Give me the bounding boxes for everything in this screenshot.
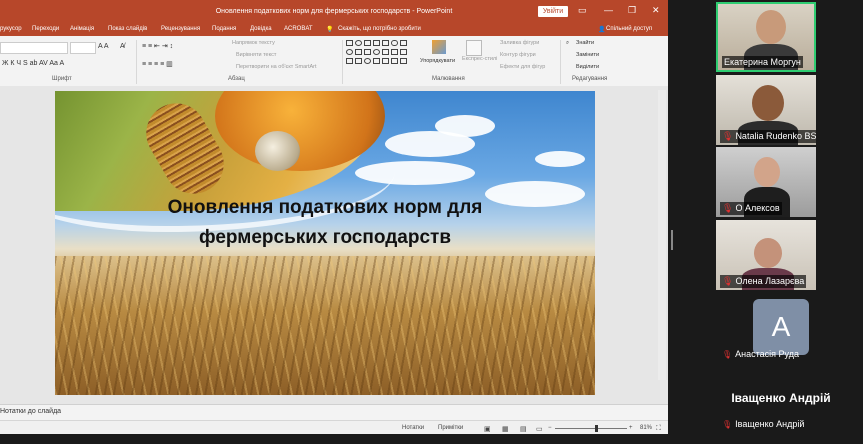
mic-muted-icon: 🎙 [722, 350, 733, 359]
font-group-label: Шрифт [52, 76, 72, 82]
tab-animations[interactable]: Анімація [70, 26, 94, 32]
avatar: A [753, 299, 809, 355]
quick-styles-button[interactable]: Експрес-стилі [462, 56, 497, 62]
comments-button[interactable]: Примітки [438, 425, 463, 431]
tab-help[interactable]: Довідка [250, 26, 272, 32]
zoom-slider[interactable] [555, 428, 627, 429]
tab-view[interactable]: Подання [212, 26, 236, 32]
participant-name: 🎙 Анастасія Руда [722, 349, 799, 359]
participant-tile[interactable]: 🎙 Олена Лазарєва [716, 220, 816, 290]
close-button[interactable]: ✕ [652, 5, 660, 16]
text-direction-button[interactable]: Напрямок тексту [232, 40, 275, 46]
replace-button[interactable]: Замінити [576, 52, 599, 58]
separator [136, 40, 137, 84]
editing-group-label: Редагування [572, 76, 608, 82]
paragraph-group-label: Абзац [228, 76, 245, 82]
cloud [535, 151, 585, 167]
ribbon-tabs: рукусор Переходи Анімація Показ слайдів … [0, 24, 668, 36]
zoom-in-icon[interactable]: + [629, 425, 633, 431]
reading-view-icon[interactable]: ▤ [520, 425, 527, 433]
tab-slideshow[interactable]: Показ слайдів [108, 26, 147, 32]
font-name-dropdown[interactable] [0, 42, 68, 54]
mic-muted-icon: 🎙 [722, 276, 734, 286]
tell-me-search[interactable]: Скажіть, що потрібно зробити [338, 26, 421, 32]
share-button[interactable]: Спільний доступ [606, 26, 652, 32]
participant-name: 🎙 Олена Лазарєва [720, 275, 807, 288]
wheat-field-image [55, 256, 595, 395]
slideshow-icon[interactable]: ▭ [536, 425, 543, 433]
search-icon: ⌕ [566, 40, 570, 46]
sign-in-button[interactable]: Увійти [538, 6, 568, 17]
cloud [435, 115, 495, 137]
drawing-group-label: Малювання [432, 76, 465, 82]
participant-name: 🎙 O Алексов [720, 202, 782, 215]
font-size-dropdown[interactable] [70, 42, 96, 54]
notes-placeholder: Нотатки до слайда [0, 408, 62, 415]
participant-video [752, 85, 784, 121]
zoom-out-icon[interactable]: − [548, 425, 552, 431]
vertical-scrollbar[interactable] [658, 90, 666, 380]
list-buttons-icon[interactable]: ≡ ≡ ⇤ ⇥ ↕ [142, 42, 173, 50]
participant-video [754, 238, 782, 268]
zoom-slider-thumb[interactable] [595, 425, 598, 432]
status-bar: Нотатки Примітки ▣ ▦ ▤ ▭ − + 81% ⛶ [0, 420, 668, 434]
participant-tile[interactable]: Екатерина Моргун [716, 2, 816, 72]
separator [560, 40, 561, 84]
zoom-level[interactable]: 81% [640, 425, 652, 431]
quick-styles-icon[interactable] [466, 40, 482, 56]
notes-toggle-button[interactable]: Нотатки [402, 425, 424, 431]
slide-sorter-icon[interactable]: ▦ [502, 425, 509, 433]
participant-video [754, 157, 780, 187]
participant-name: 🎙Natalia Rudenko BSNU [720, 130, 816, 143]
font-grow-icon[interactable]: A A [98, 43, 109, 50]
panel-resize-handle[interactable] [671, 230, 673, 250]
shapes-gallery[interactable] [346, 40, 414, 72]
shape-fill-button[interactable]: Заливка фігури [500, 40, 539, 46]
tab-transitions[interactable]: Переходи [32, 26, 59, 32]
participant-name: Екатерина Моргун [722, 56, 803, 68]
align-buttons-icon[interactable]: ≡ ≡ ≡ ≡ ▥ [142, 60, 173, 68]
arrange-icon[interactable] [432, 40, 446, 54]
arrange-button[interactable]: Упорядкувати [420, 58, 455, 64]
separator [342, 40, 343, 84]
ribbon: A A A̸ Ж К Ч S ab AV Aa A Шрифт ≡ ≡ ⇤ ⇥ … [0, 36, 668, 87]
tab-acrobat[interactable]: ACROBAT [284, 26, 313, 32]
shape-outline-button[interactable]: Контур фігури [500, 52, 536, 58]
slide-title[interactable]: Оновлення податкових норм для фермерськи… [55, 193, 595, 253]
ribbon-display-icon[interactable]: ▭ [578, 5, 587, 16]
title-bar: Оновлення податкових норм для фермерськи… [0, 0, 668, 24]
powerpoint-window: Оновлення податкових норм для фермерськи… [0, 0, 668, 434]
mic-muted-icon: 🎙 [722, 203, 734, 213]
align-text-button[interactable]: Вирівняти текст [236, 52, 276, 58]
participant-name: 🎙 Іващенко Андрій [722, 419, 805, 429]
restore-button[interactable]: ❐ [628, 5, 636, 16]
lightbulb-icon: 💡 [326, 27, 334, 33]
shape-effects-button[interactable]: Ефекти для фігур [500, 64, 545, 70]
format-buttons-icon[interactable]: Ж К Ч S ab AV Aa A [2, 60, 64, 67]
tab-review[interactable]: Рецензування [161, 26, 200, 32]
mic-muted-icon: 🎙 [722, 131, 734, 141]
smartart-button[interactable]: Перетворити на об'єкт SmartArt [236, 64, 317, 70]
participant-tile[interactable]: 🎙Natalia Rudenko BSNU [716, 75, 816, 145]
notes-pane[interactable]: Нотатки до слайда [0, 404, 668, 421]
clear-format-icon[interactable]: A̸ [120, 43, 125, 50]
participant-tile[interactable]: 🎙 O Алексов [716, 147, 816, 217]
slide-title-line-2: фермерських господарств [198, 227, 451, 248]
slide[interactable]: Оновлення податкових норм для фермерськи… [55, 91, 595, 395]
minimize-button[interactable]: — [604, 5, 613, 15]
normal-view-icon[interactable]: ▣ [484, 425, 491, 433]
share-icon: 👤 [598, 27, 606, 33]
select-button[interactable]: Виділити [576, 64, 599, 70]
slide-title-line-1: Оновлення податкових норм для [167, 197, 483, 218]
participant-video [756, 10, 786, 44]
mic-muted-icon: 🎙 [722, 420, 733, 429]
fit-slide-icon[interactable]: ⛶ [656, 425, 661, 433]
participant-display-name: Іващенко Андрій [731, 391, 831, 405]
tab-design[interactable]: рукусор [0, 26, 22, 32]
find-button[interactable]: Знайти [576, 40, 594, 46]
